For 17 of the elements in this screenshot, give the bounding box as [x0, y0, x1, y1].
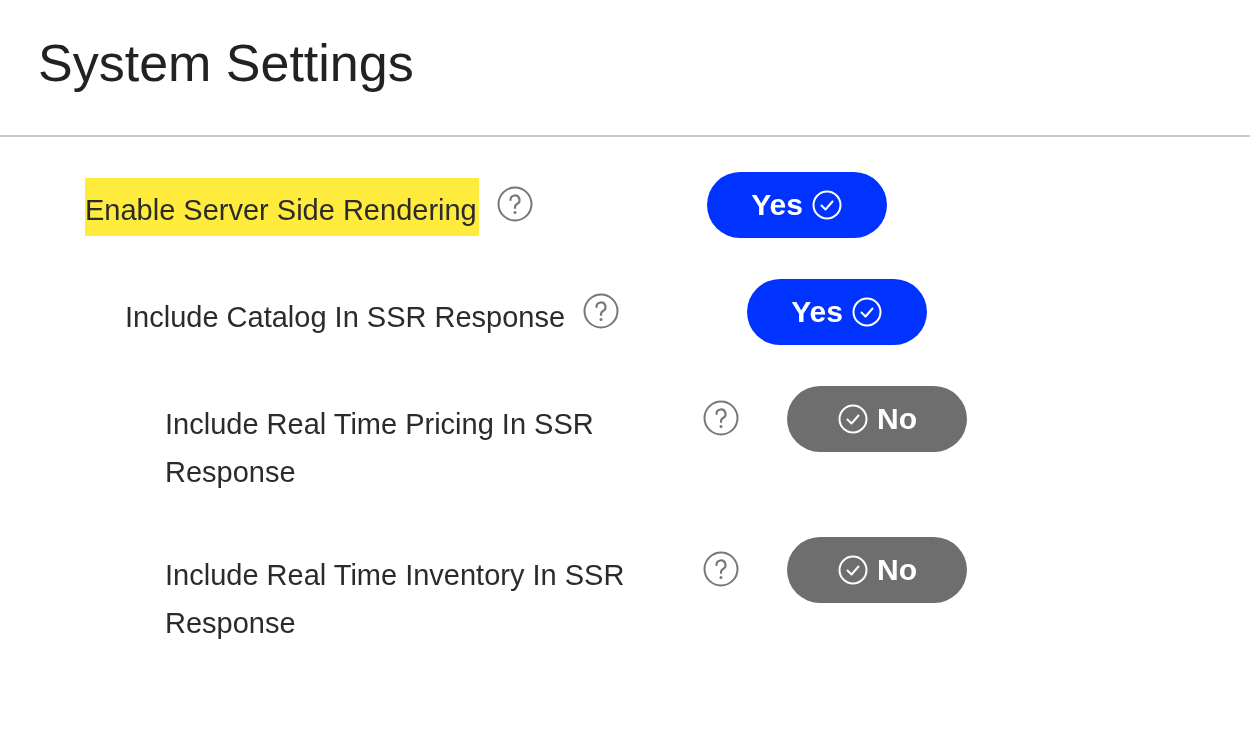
- setting-label: Include Catalog In SSR Response: [125, 300, 566, 335]
- toggle-button[interactable]: Yes: [707, 172, 887, 238]
- toggle-button[interactable]: Yes: [747, 279, 927, 345]
- help-icon[interactable]: [583, 293, 620, 329]
- check-circle-icon: [837, 403, 869, 435]
- toggle-button[interactable]: No: [787, 386, 967, 452]
- setting-label: Include Real Time Pricing In SSR Response: [165, 407, 595, 490]
- help-icon[interactable]: [703, 400, 739, 436]
- help-icon[interactable]: [496, 186, 533, 222]
- check-circle-icon: [810, 189, 843, 221]
- help-icon[interactable]: [703, 551, 739, 587]
- setting-label: Include Real Time Inventory In SSR Response: [165, 558, 626, 641]
- page-title: System Settings: [37, 33, 415, 94]
- setting-label: Enable Server Side Rendering: [85, 178, 479, 236]
- check-circle-icon: [837, 554, 869, 586]
- toggle-button[interactable]: No: [787, 537, 967, 603]
- check-circle-icon: [850, 296, 883, 328]
